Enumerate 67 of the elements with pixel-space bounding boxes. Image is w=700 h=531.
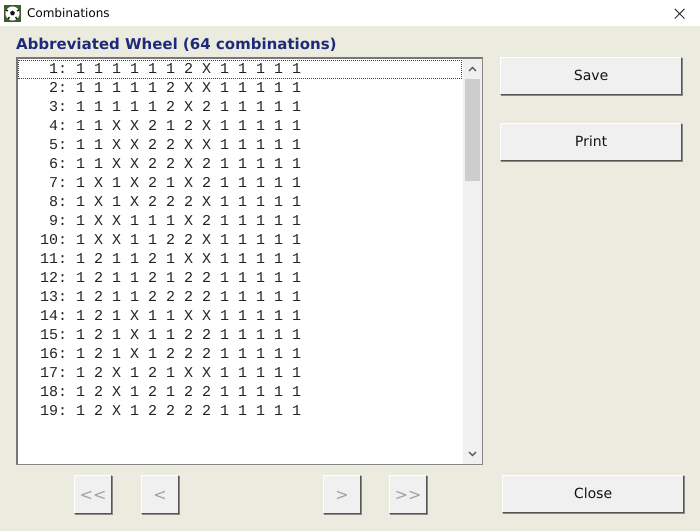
row-picks: 1 2 1 X 1 2 2 2 1 1 1 1 1 bbox=[76, 346, 302, 363]
row-number: 15: bbox=[38, 327, 67, 344]
row-number: 16: bbox=[38, 346, 67, 363]
list-row[interactable]: 11: 1 2 1 1 2 1 X X 1 1 1 1 1 bbox=[18, 250, 462, 269]
list-row[interactable]: 10: 1 X X 1 1 2 2 X 1 1 1 1 1 bbox=[18, 231, 462, 250]
row-picks: 1 1 X X 2 2 X X 1 1 1 1 1 bbox=[76, 137, 302, 154]
row-number: 12: bbox=[38, 270, 67, 287]
row-picks: 1 1 1 1 1 2 X X 1 1 1 1 1 bbox=[76, 80, 302, 97]
list-row[interactable]: 3: 1 1 1 1 1 2 X 2 1 1 1 1 1 bbox=[18, 98, 462, 117]
scroll-thumb[interactable] bbox=[465, 79, 480, 181]
list-row[interactable]: 14: 1 2 1 X 1 1 X X 1 1 1 1 1 bbox=[18, 307, 462, 326]
row-number: 5: bbox=[48, 137, 67, 154]
row-number: 11: bbox=[38, 251, 67, 268]
action-button[interactable]: Print bbox=[500, 123, 682, 161]
row-picks: 1 1 X X 2 2 X 2 1 1 1 1 1 bbox=[76, 156, 302, 173]
row-picks: 1 X 1 X 2 1 X 2 1 1 1 1 1 bbox=[76, 175, 302, 192]
dialog-heading: Abbreviated Wheel (64 combinations) bbox=[16, 35, 338, 53]
close-button[interactable]: Close bbox=[502, 475, 684, 513]
row-picks: 1 1 1 1 1 1 2 X 1 1 1 1 1 bbox=[76, 61, 302, 78]
row-number: 13: bbox=[38, 289, 67, 306]
row-number: 2: bbox=[48, 80, 67, 97]
list-row[interactable]: 7: 1 X 1 X 2 1 X 2 1 1 1 1 1 bbox=[18, 174, 462, 193]
list-row[interactable]: 15: 1 2 1 X 1 1 2 2 1 1 1 1 1 bbox=[18, 326, 462, 345]
row-number: 10: bbox=[38, 232, 67, 249]
list-row[interactable]: 8: 1 X 1 X 2 2 2 X 1 1 1 1 1 bbox=[18, 193, 462, 212]
close-icon[interactable]: × bbox=[671, 3, 688, 23]
list-row[interactable]: 13: 1 2 1 1 2 2 2 2 1 1 1 1 1 bbox=[18, 288, 462, 307]
row-picks: 1 2 X 1 2 1 X X 1 1 1 1 1 bbox=[76, 365, 302, 382]
row-picks: 1 X X 1 1 2 2 X 1 1 1 1 1 bbox=[76, 232, 302, 249]
list-row[interactable]: 6: 1 1 X X 2 2 X 2 1 1 1 1 1 bbox=[18, 155, 462, 174]
list-row[interactable]: 12: 1 2 1 1 2 1 2 2 1 1 1 1 1 bbox=[18, 269, 462, 288]
row-number: 17: bbox=[38, 365, 67, 382]
row-number: 14: bbox=[38, 308, 67, 325]
window-title: Combinations bbox=[27, 6, 111, 20]
combination-list[interactable] bbox=[16, 57, 483, 465]
row-picks: 1 2 1 1 2 1 X X 1 1 1 1 1 bbox=[76, 251, 302, 268]
row-picks: 1 2 1 X 1 1 X X 1 1 1 1 1 bbox=[76, 308, 302, 325]
row-number: 9: bbox=[48, 213, 67, 230]
list-row[interactable]: 5: 1 1 X X 2 2 X X 1 1 1 1 1 bbox=[18, 136, 462, 155]
scrollbar[interactable] bbox=[463, 59, 482, 464]
row-picks: 1 1 1 1 1 2 X 2 1 1 1 1 1 bbox=[76, 99, 302, 116]
row-number: 7: bbox=[48, 175, 67, 192]
row-picks: 1 2 1 1 2 1 2 2 1 1 1 1 1 bbox=[76, 270, 302, 287]
row-number: 3: bbox=[48, 99, 67, 116]
row-picks: 1 2 X 1 2 1 2 2 1 1 1 1 1 bbox=[76, 384, 302, 401]
list-row[interactable]: 19: 1 2 X 1 2 2 2 2 1 1 1 1 1 bbox=[18, 402, 462, 421]
soccer-ball-icon bbox=[4, 4, 21, 22]
row-number: 8: bbox=[48, 194, 67, 211]
row-number: 4: bbox=[48, 118, 67, 135]
list-row[interactable]: 1: 1 1 1 1 1 1 2 X 1 1 1 1 1 bbox=[18, 60, 462, 79]
list-row[interactable]: 4: 1 1 X X 2 1 2 X 1 1 1 1 1 bbox=[18, 117, 462, 136]
list-row[interactable]: 17: 1 2 X 1 2 1 X X 1 1 1 1 1 bbox=[18, 364, 462, 383]
row-picks: 1 2 1 1 2 2 2 2 1 1 1 1 1 bbox=[76, 289, 302, 306]
row-picks: 1 X X 1 1 1 X 2 1 1 1 1 1 bbox=[76, 213, 302, 230]
list-row[interactable]: 18: 1 2 X 1 2 1 2 2 1 1 1 1 1 bbox=[18, 383, 462, 402]
row-number: 1: bbox=[48, 61, 67, 78]
action-button[interactable]: Save bbox=[500, 57, 682, 95]
row-number: 6: bbox=[48, 156, 67, 173]
row-picks: 1 2 1 X 1 1 2 2 1 1 1 1 1 bbox=[76, 327, 302, 344]
row-number: 19: bbox=[38, 403, 67, 420]
row-picks: 1 1 X X 2 1 2 X 1 1 1 1 1 bbox=[76, 118, 302, 135]
list-row[interactable]: 2: 1 1 1 1 1 2 X X 1 1 1 1 1 bbox=[18, 79, 462, 98]
row-picks: 1 X 1 X 2 2 2 X 1 1 1 1 1 bbox=[76, 194, 302, 211]
row-picks: 1 2 X 1 2 2 2 2 1 1 1 1 1 bbox=[76, 403, 302, 420]
row-number: 18: bbox=[38, 384, 67, 401]
list-row[interactable]: 9: 1 X X 1 1 1 X 2 1 1 1 1 1 bbox=[18, 212, 462, 231]
list-row[interactable]: 16: 1 2 1 X 1 2 2 2 1 1 1 1 1 bbox=[18, 345, 462, 364]
